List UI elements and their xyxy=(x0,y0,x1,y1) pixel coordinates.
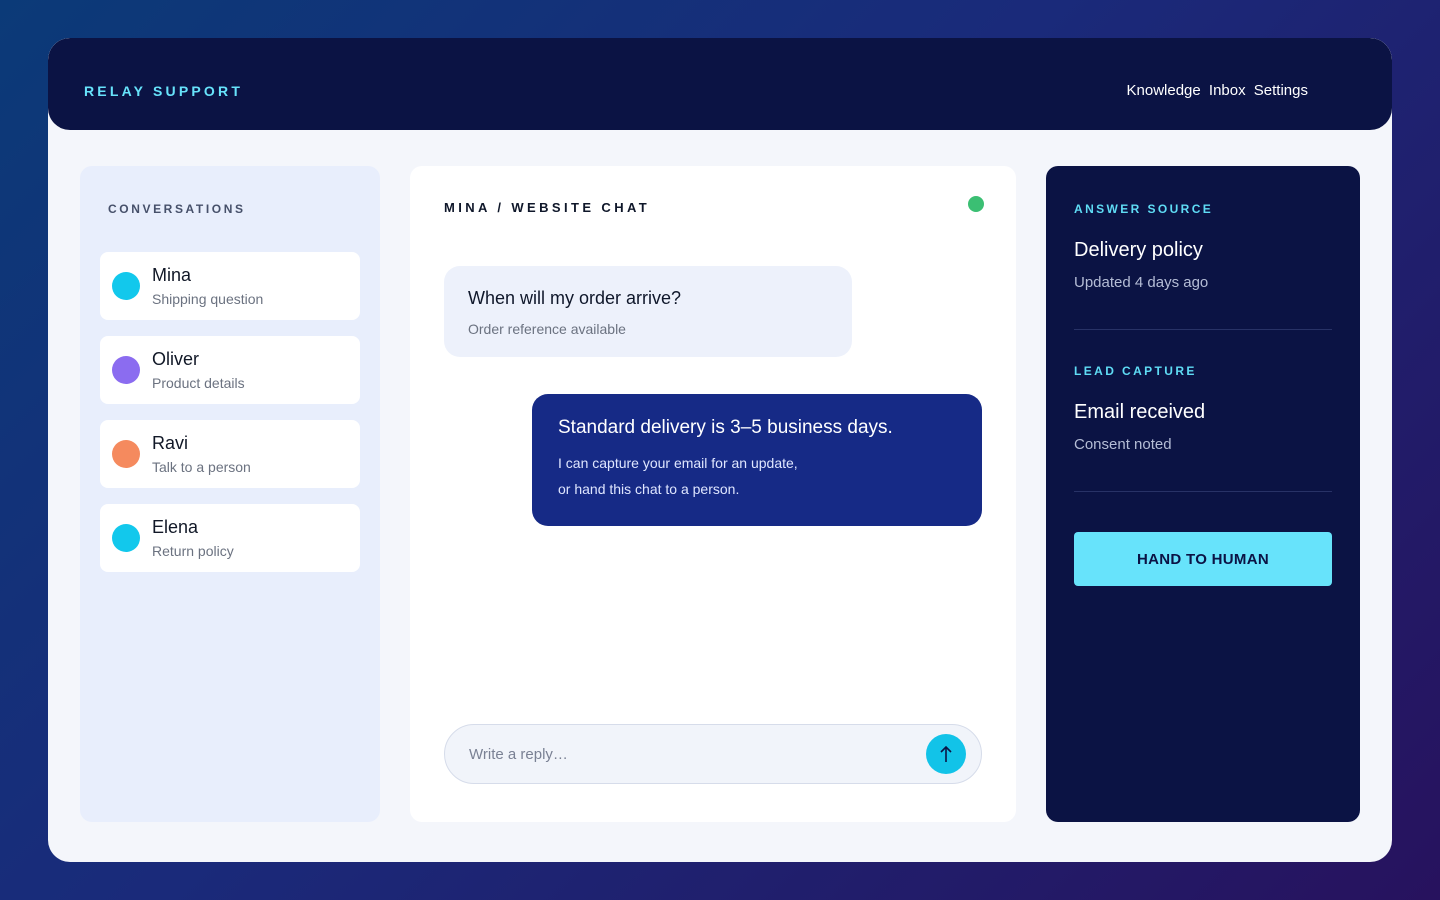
nav-inbox[interactable]: Inbox xyxy=(1209,82,1246,99)
send-button[interactable] xyxy=(926,734,966,774)
top-nav: Knowledge Inbox Settings xyxy=(1123,82,1308,100)
conversation-name: Elena xyxy=(152,517,199,537)
divider xyxy=(1074,491,1332,492)
conversation-item-oliver[interactable]: Oliver Product details xyxy=(100,336,360,404)
context-panel: ANSWER SOURCE Delivery policy Updated 4 … xyxy=(1046,166,1360,822)
conversation-subtitle: Talk to a person xyxy=(152,459,251,475)
lead-capture-meta: Consent noted xyxy=(1074,436,1172,453)
avatar xyxy=(112,356,140,384)
message-text: Standard delivery is 3–5 business days. xyxy=(558,417,893,438)
message-meta: Order reference available xyxy=(468,321,626,337)
answer-source-meta: Updated 4 days ago xyxy=(1074,274,1209,291)
conversation-name: Ravi xyxy=(152,433,189,453)
conversation-item-elena[interactable]: Elena Return policy xyxy=(100,504,360,572)
avatar xyxy=(112,272,140,300)
conversation-name: Mina xyxy=(152,265,192,285)
outgoing-message: Standard delivery is 3–5 business days. … xyxy=(532,394,982,526)
conversation-subtitle: Product details xyxy=(152,375,245,391)
reply-composer xyxy=(444,724,982,784)
incoming-message: When will my order arrive? Order referen… xyxy=(444,266,852,357)
conversation-item-mina[interactable]: Mina Shipping question xyxy=(100,252,360,320)
arrow-up-icon xyxy=(940,745,952,762)
online-status-indicator xyxy=(968,196,984,212)
avatar xyxy=(112,524,140,552)
hand-to-human-button[interactable]: HAND TO HUMAN xyxy=(1074,532,1332,586)
message-text: When will my order arrive? xyxy=(468,288,682,308)
message-line: I can capture your email for an update, xyxy=(558,455,798,471)
conversation-subtitle: Shipping question xyxy=(152,291,264,307)
lead-capture-title: Email received xyxy=(1074,401,1206,423)
nav-settings[interactable]: Settings xyxy=(1254,82,1308,99)
divider xyxy=(1074,329,1332,330)
conversations-sidebar: CONVERSATIONS Mina Shipping question Oli… xyxy=(80,166,380,822)
brand-logo: RELAY SUPPORT xyxy=(84,83,244,99)
chat-panel: MINA / WEBSITE CHAT When will my order a… xyxy=(410,166,1016,822)
nav-knowledge[interactable]: Knowledge xyxy=(1127,82,1201,99)
avatar xyxy=(112,440,140,468)
app-window: RELAY SUPPORT Knowledge Inbox Settings C… xyxy=(48,38,1392,862)
answer-source-label: ANSWER SOURCE xyxy=(1074,202,1214,216)
top-bar: RELAY SUPPORT Knowledge Inbox Settings xyxy=(48,38,1392,130)
reply-input[interactable] xyxy=(469,743,909,765)
conversation-item-ravi[interactable]: Ravi Talk to a person xyxy=(100,420,360,488)
chat-title: MINA / WEBSITE CHAT xyxy=(444,200,651,215)
conversation-subtitle: Return policy xyxy=(152,543,234,559)
lead-capture-label: LEAD CAPTURE xyxy=(1074,364,1197,378)
sidebar-title: CONVERSATIONS xyxy=(108,202,246,216)
message-line: or hand this chat to a person. xyxy=(558,481,740,497)
conversation-name: Oliver xyxy=(152,349,200,369)
answer-source-title: Delivery policy xyxy=(1074,239,1203,261)
